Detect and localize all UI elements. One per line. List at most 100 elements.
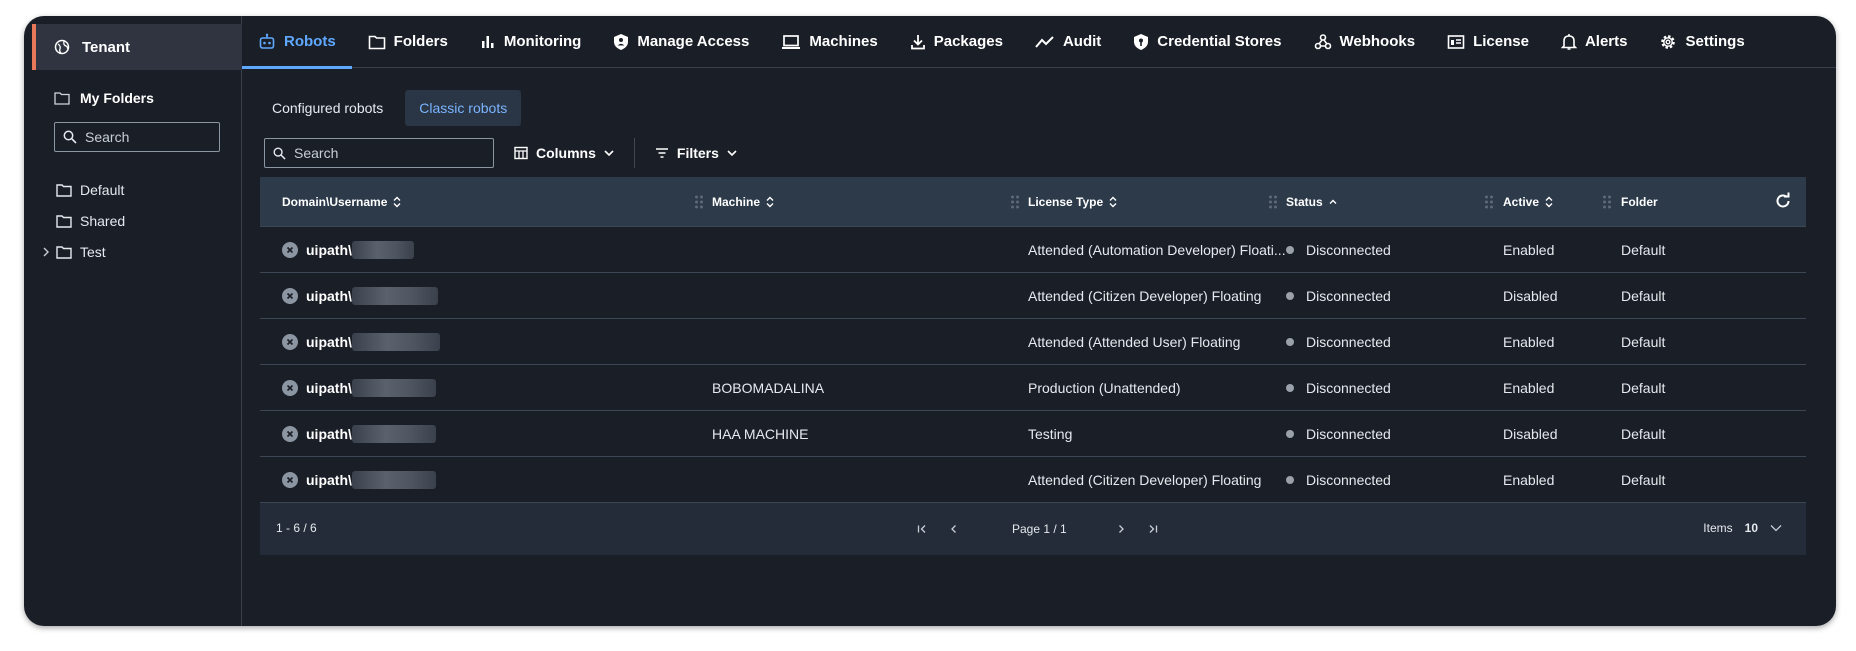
status-dot (1286, 292, 1294, 300)
username-cell: uipath\ (282, 319, 440, 365)
column-resize-handle[interactable] (1010, 194, 1020, 210)
disconnected-icon (282, 288, 298, 304)
main-content: Configured robots Classic robots Search … (242, 69, 1836, 626)
table-row[interactable]: uipath\ Attended (Citizen Developer) Flo… (260, 273, 1806, 319)
shield-key-icon (1133, 33, 1149, 51)
tab-settings[interactable]: Settings (1643, 16, 1760, 68)
folder-search-input[interactable]: Search (54, 122, 220, 152)
folder-icon (368, 34, 386, 50)
tenant-item[interactable]: Tenant (32, 24, 242, 70)
sort-ascending-icon[interactable] (1329, 198, 1337, 206)
globe-icon (54, 39, 72, 55)
license-type-cell: Attended (Automation Developer) Floati..… (1028, 242, 1286, 258)
license-icon (1447, 34, 1465, 50)
tab-credential-stores[interactable]: Credential Stores (1117, 16, 1297, 68)
table-row[interactable]: uipath\ HAA MACHINE Testing Disconnected… (260, 411, 1806, 457)
column-resize-handle[interactable] (1602, 194, 1612, 210)
tab-webhooks[interactable]: Webhooks (1298, 16, 1432, 68)
status-dot (1286, 246, 1294, 254)
column-resize-handle[interactable] (1484, 194, 1494, 210)
status-cell: Disconnected (1286, 365, 1391, 411)
status-dot (1286, 476, 1294, 484)
chevron-down-icon[interactable] (1770, 524, 1782, 532)
items-value: 10 (1744, 521, 1758, 535)
tab-packages[interactable]: Packages (894, 16, 1019, 68)
refresh-icon[interactable] (1774, 192, 1792, 210)
my-folders-item[interactable]: My Folders (54, 90, 154, 106)
redacted-username (351, 287, 438, 305)
tab-robots[interactable]: Robots (242, 16, 352, 69)
first-page-icon[interactable] (910, 517, 934, 541)
column-resize-handle[interactable] (1268, 194, 1278, 210)
folder-item-default[interactable]: Default (38, 174, 125, 205)
column-header-status[interactable]: Status (1286, 177, 1337, 227)
folder-cell: Default (1621, 380, 1666, 396)
subtab-configured-robots[interactable]: Configured robots (258, 90, 397, 126)
toolbar-divider (633, 138, 635, 168)
chevron-right-icon[interactable] (38, 247, 54, 257)
columns-icon (514, 146, 528, 160)
status-cell: Disconnected (1286, 227, 1391, 273)
table-footer: 1 - 6 / 6 Page 1 / 1 Items 10 (260, 503, 1806, 555)
shield-user-icon (613, 33, 629, 51)
status-cell: Disconnected (1286, 319, 1391, 365)
license-type-cell: Attended (Attended User) Floating (1028, 334, 1241, 350)
folder-item-test[interactable]: Test (38, 236, 125, 267)
column-header-machine[interactable]: Machine (712, 177, 774, 227)
sort-icon[interactable] (766, 196, 774, 208)
column-header-license-type[interactable]: License Type (1028, 177, 1117, 227)
column-header-username[interactable]: Domain\Username (282, 177, 401, 227)
robot-search-placeholder: Search (294, 145, 339, 161)
column-header-active[interactable]: Active (1503, 177, 1553, 227)
robot-subtabs: Configured robots Classic robots (258, 90, 522, 126)
orchestrator-window: Tenant My Folders Search Default Shared … (24, 16, 1836, 626)
gear-icon (1659, 33, 1677, 51)
table-row[interactable]: uipath\ BOBOMADALINA Production (Unatten… (260, 365, 1806, 411)
sort-icon[interactable] (1545, 196, 1553, 208)
robot-search-input[interactable]: Search (264, 138, 494, 168)
column-resize-handle[interactable] (694, 194, 704, 210)
tab-manage-access[interactable]: Manage Access (597, 16, 765, 68)
folder-icon (56, 183, 72, 197)
subtab-classic-robots[interactable]: Classic robots (405, 90, 522, 126)
table-row[interactable]: uipath\ Attended (Citizen Developer) Flo… (260, 457, 1806, 503)
active-cell: Enabled (1503, 242, 1555, 258)
active-cell: Enabled (1503, 380, 1555, 396)
pagination: Page 1 / 1 (910, 517, 1165, 541)
tab-label: Packages (933, 33, 1003, 50)
active-cell: Enabled (1503, 472, 1555, 488)
disconnected-icon (282, 242, 298, 258)
folder-icon (56, 214, 72, 228)
redacted-username (351, 379, 436, 397)
row-range: 1 - 6 / 6 (276, 521, 317, 535)
items-per-page[interactable]: Items 10 (1703, 521, 1782, 535)
tab-monitoring[interactable]: Monitoring (464, 16, 597, 68)
folder-search-placeholder: Search (85, 129, 130, 145)
columns-button[interactable]: Columns (514, 145, 614, 161)
folder-label: Test (80, 243, 106, 260)
table-row[interactable]: uipath\ Attended (Automation Developer) … (260, 227, 1806, 273)
status-dot (1286, 384, 1294, 392)
username-cell: uipath\ (282, 273, 438, 319)
sort-icon[interactable] (393, 196, 401, 208)
folder-label: Default (80, 181, 125, 198)
sort-icon[interactable] (1109, 196, 1117, 208)
last-page-icon[interactable] (1141, 517, 1165, 541)
tab-label: Credential Stores (1157, 33, 1282, 50)
tab-folders[interactable]: Folders (352, 16, 464, 68)
tab-license[interactable]: License (1431, 16, 1545, 68)
tab-machines[interactable]: Machines (765, 16, 893, 68)
table-row[interactable]: uipath\ Attended (Attended User) Floatin… (260, 319, 1806, 365)
bar-chart-icon (480, 34, 496, 50)
previous-page-icon[interactable] (942, 517, 966, 541)
chevron-down-icon (604, 149, 614, 157)
webhook-icon (1314, 33, 1332, 51)
filters-button[interactable]: Filters (655, 145, 737, 161)
next-page-icon[interactable] (1109, 517, 1133, 541)
tenant-label: Tenant (82, 38, 131, 56)
tab-audit[interactable]: Audit (1019, 16, 1117, 68)
tab-alerts[interactable]: Alerts (1545, 16, 1644, 68)
column-header-folder[interactable]: Folder (1621, 177, 1658, 227)
folder-item-shared[interactable]: Shared (38, 205, 125, 236)
disconnected-icon (282, 380, 298, 396)
